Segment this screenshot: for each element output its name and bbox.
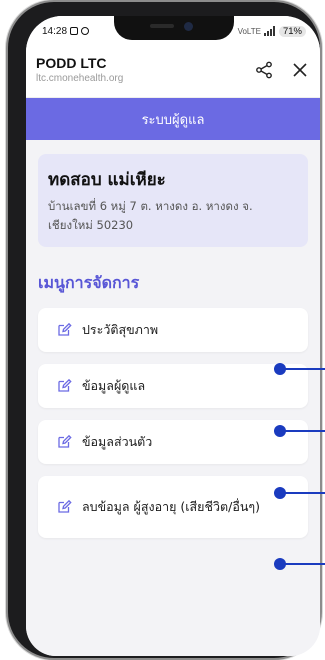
menu-item-label: ข้อมูลส่วนตัว xyxy=(82,434,153,449)
phone-frame: 14:28 VoLTE 71% PODD LTC ltc.cmonehealth… xyxy=(8,2,320,658)
camera-notch xyxy=(114,16,234,40)
edit-icon xyxy=(58,378,72,392)
gallery-notification-icon xyxy=(70,27,79,35)
callout-line xyxy=(284,430,325,432)
signal-icon: VoLTE xyxy=(237,26,261,36)
callout-line xyxy=(284,563,325,565)
callout-line xyxy=(284,492,325,494)
menu-item-label: ข้อมูลผู้ดูแล xyxy=(82,378,146,393)
message-notification-icon xyxy=(81,27,90,35)
callout-dot xyxy=(274,363,286,375)
menu-item-delete-elderly[interactable]: ลบข้อมูล ผู้สูงอายุ (เสียชีวิต/อื่นๆ) xyxy=(38,476,308,538)
person-address: บ้านเลขที่ 6 หมู่ 7 ต. หางดง อ. หางดง จ.… xyxy=(48,199,253,232)
menu-item-label: ประวัติสุขภาพ xyxy=(82,322,159,337)
menu-section-title: เมนูการจัดการ xyxy=(38,273,140,292)
status-time: 14:28 xyxy=(42,25,68,37)
edit-icon xyxy=(58,434,72,448)
bottom-strip xyxy=(26,626,320,656)
close-icon[interactable] xyxy=(290,60,310,80)
menu-item-label: ลบข้อมูล ผู้สูงอายุ (เสียชีวิต/อื่นๆ) xyxy=(82,499,260,514)
callout-dot xyxy=(274,425,286,437)
menu-item-health-history[interactable]: ประวัติสุขภาพ xyxy=(38,308,308,352)
person-info-card: ทดสอบ แม่เหียะ บ้านเลขที่ 6 หมู่ 7 ต. หา… xyxy=(38,154,308,247)
browser-app-bar: PODD LTC ltc.cmonehealth.org xyxy=(26,42,320,98)
app-url: ltc.cmonehealth.org xyxy=(36,73,124,84)
person-name: ทดสอบ แม่เหียะ xyxy=(48,170,166,190)
cellular-signal-icon xyxy=(263,26,275,36)
callout-dot xyxy=(274,487,286,499)
edit-icon xyxy=(58,322,72,336)
menu-item-caregiver-info[interactable]: ข้อมูลผู้ดูแล xyxy=(38,364,308,408)
battery-indicator: 71% xyxy=(278,25,306,37)
front-camera xyxy=(184,22,193,31)
speaker-grille xyxy=(150,24,174,28)
page-title: ระบบผู้ดูแล xyxy=(141,112,205,128)
share-icon[interactable] xyxy=(254,60,274,80)
callout-line xyxy=(284,368,325,370)
page-title-bar: ระบบผู้ดูแล xyxy=(26,98,320,140)
app-title: PODD LTC xyxy=(36,55,107,71)
callout-dot xyxy=(274,558,286,570)
main-content: ทดสอบ แม่เหียะ บ้านเลขที่ 6 หมู่ 7 ต. หา… xyxy=(26,140,320,538)
edit-icon xyxy=(58,499,72,513)
menu-item-personal-info[interactable]: ข้อมูลส่วนตัว xyxy=(38,420,308,464)
